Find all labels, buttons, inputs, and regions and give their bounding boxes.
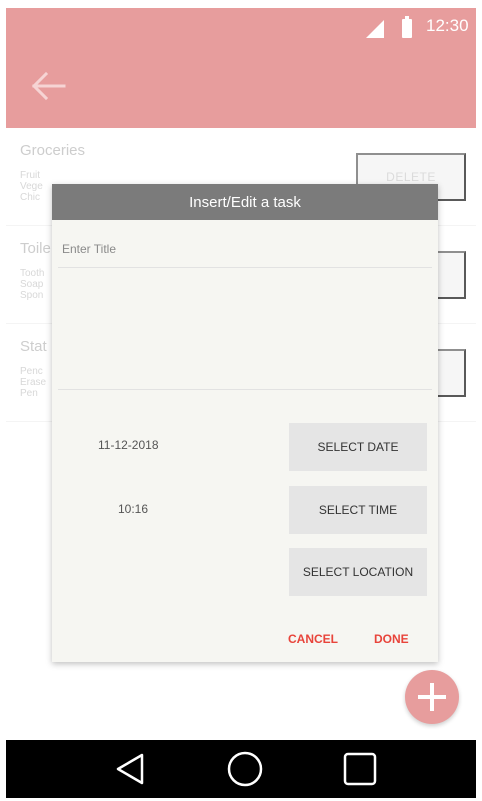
circle-home-icon [227,751,263,787]
title-input[interactable] [58,230,432,268]
nav-home-button[interactable] [225,749,265,789]
back-button[interactable] [28,70,68,102]
time-value: 10:16 [118,502,149,516]
triangle-back-icon [116,753,144,785]
select-date-button[interactable]: SELECT DATE [289,423,427,471]
nav-back-button[interactable] [110,749,150,789]
status-bar: 12:30 [6,8,476,44]
done-button[interactable]: DONE [374,632,409,646]
app-bar [6,44,476,128]
status-time: 12:30 [426,16,469,35]
nav-recents-button[interactable] [340,749,380,789]
navigation-bar [6,740,476,798]
date-value: 11-12-2018 [98,438,159,452]
app-screen: 12:30 Groceries Fruit Vege Chic DELETE T… [6,8,476,798]
cancel-button[interactable]: CANCEL [288,632,338,646]
select-location-button[interactable]: SELECT LOCATION [289,548,427,596]
plus-icon [418,683,446,711]
arrow-left-icon [31,71,66,101]
add-task-button[interactable] [405,670,459,724]
dialog-title: Insert/Edit a task [52,184,438,220]
description-input[interactable] [58,274,432,390]
task-dialog: Insert/Edit a task 11-12-2018 SELECT DAT… [52,184,438,662]
select-time-button[interactable]: SELECT TIME [289,486,427,534]
square-recents-icon [343,752,377,786]
battery-icon [402,16,412,38]
signal-icon [366,20,384,38]
